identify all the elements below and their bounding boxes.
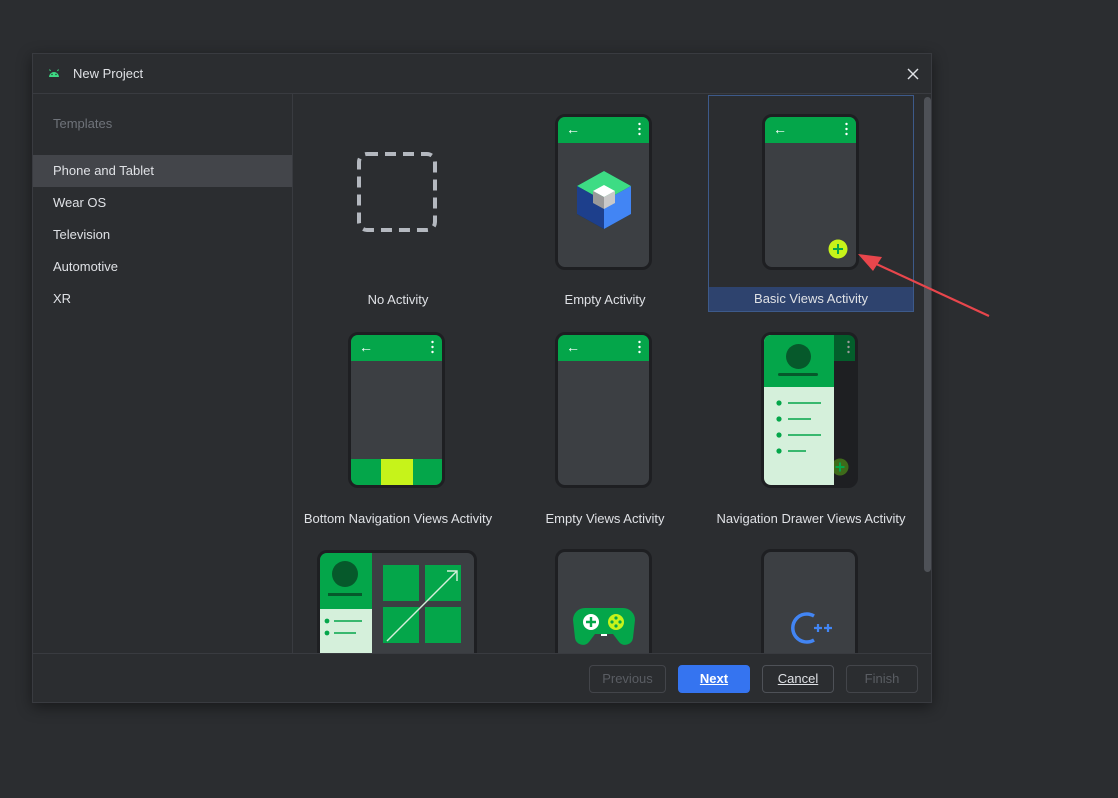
template-label: Empty Views Activity [545,511,665,526]
list-pane-header [320,553,372,609]
more-vert-icon [847,340,850,354]
template-label: Bottom Navigation Views Activity [303,511,493,526]
more-vert-icon [638,340,641,354]
app-bar: ← [558,117,649,143]
more-vert-icon [431,340,434,354]
bottom-nav-selected-tab [381,459,413,485]
more-vert-icon [845,122,848,136]
compose-cube-icon [577,171,631,229]
template-label: No Activity [367,292,429,307]
cancel-button[interactable]: Cancel [762,665,834,693]
phone-preview [761,332,858,488]
avatar [332,561,358,587]
drawer-menu-items [776,400,821,454]
more-vert-icon [638,122,641,136]
gamepad-icon [573,608,635,645]
template-gallery: No Activity ← Empty Activity ← Basic Vie… [294,95,931,653]
app-bar: ← [765,117,856,143]
header-line [328,593,362,596]
sidebar-item-television[interactable]: Television [33,219,292,251]
app-bar-dimmed [834,335,855,361]
drawer-header [764,335,834,387]
template-responsive-views-activity[interactable] [295,532,501,653]
back-arrow-icon: ← [359,339,373,355]
phone-preview [555,549,652,653]
dialog-title: New Project [73,66,144,81]
no-activity-icon [357,152,437,232]
sidebar-item-phone-and-tablet[interactable]: Phone and Tablet [33,155,292,187]
tablet-preview [317,550,477,653]
resize-arrow-icon [386,570,458,642]
template-label: Navigation Drawer Views Activity [716,511,906,526]
new-project-dialog: New Project Templates Phone and Tablet W… [32,53,932,703]
previous-button[interactable]: Previous [589,665,666,693]
android-icon [49,69,59,77]
avatar [786,344,811,369]
template-empty-activity[interactable]: ← Empty Activity [502,95,708,312]
next-button[interactable]: Next [678,665,750,693]
back-arrow-icon: ← [566,339,580,355]
app-bar: ← [351,335,442,361]
back-arrow-icon: ← [773,121,787,137]
template-label: Basic Views Activity [709,287,913,311]
finish-button[interactable]: Finish [846,665,918,693]
template-bottom-navigation-views-activity[interactable]: ← Bottom Navigation Views Activity [295,314,501,531]
template-navigation-drawer-views-activity[interactable]: Navigation Drawer Views Activity [708,314,914,531]
phone-preview: ← [555,114,652,270]
phone-preview: ← [348,332,445,488]
template-game-activity[interactable] [502,532,708,653]
bottom-nav-bar [351,459,442,485]
app-bar: ← [558,335,649,361]
list-pane [320,609,372,653]
list-items [324,618,362,636]
dialog-footer: Previous Next Cancel Finish [33,653,931,704]
fab-plus-icon [828,239,848,259]
close-icon[interactable] [903,64,923,84]
sidebar-header: Templates [53,116,113,131]
phone-preview [761,549,858,653]
back-arrow-icon: ← [566,121,580,137]
sidebar-item-xr[interactable]: XR [33,283,292,315]
template-basic-views-activity[interactable]: ← Basic Views Activity [708,95,914,312]
template-label: Empty Activity [564,292,646,307]
phone-preview: ← [762,114,859,270]
gallery-scrollbar[interactable] [924,97,931,572]
drawer-header-line [778,373,818,376]
template-no-activity[interactable]: No Activity [295,95,501,312]
template-native-cpp[interactable] [708,532,914,653]
navigation-drawer [764,335,834,485]
templates-sidebar: Templates Phone and Tablet Wear OS Telev… [33,94,293,653]
cpp-icon [791,612,832,644]
template-empty-views-activity[interactable]: ← Empty Views Activity [502,314,708,531]
sidebar-item-wear-os[interactable]: Wear OS [33,187,292,219]
phone-preview: ← [555,332,652,488]
title-bar: New Project [33,54,931,94]
sidebar-item-automotive[interactable]: Automotive [33,251,292,283]
